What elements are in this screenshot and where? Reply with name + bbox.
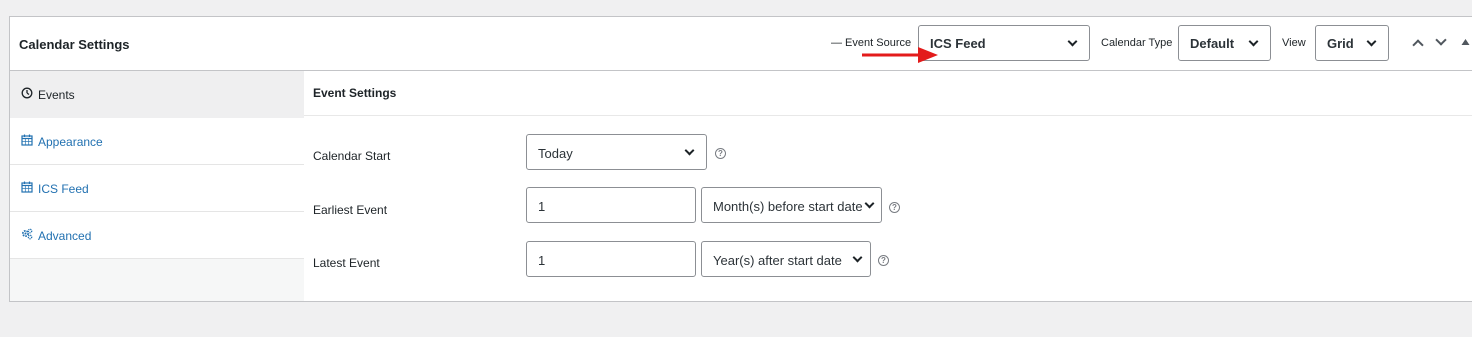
calendar-icon [21,134,33,146]
help-icon[interactable]: ? [889,202,900,213]
chevron-down-icon [852,252,863,263]
earliest-event-unit: Month(s) before start date [713,199,863,214]
earliest-event-label: Earliest Event [313,203,388,217]
gears-icon [22,228,33,240]
panel-title: Calendar Settings [19,37,130,52]
calendar-type-label: Calendar Type [1101,37,1173,49]
latest-event-unit: Year(s) after start date [713,253,842,268]
chevron-down-icon [1366,36,1377,47]
chevron-down-icon [1248,36,1259,47]
tab-label: ICS Feed [38,182,89,196]
calendar-start-value: Today [538,146,573,161]
tab-label: Advanced [38,229,92,243]
latest-event-number-input[interactable]: 1 [526,241,696,277]
tab-ics-feed[interactable]: ICS Feed [10,165,304,212]
section-title: Event Settings [313,86,397,100]
earliest-event-unit-select[interactable]: Month(s) before start date [701,187,882,223]
latest-event-label: Latest Event [313,256,380,270]
annotation-arrow-icon [862,47,938,63]
calendar-type-select[interactable]: Default [1178,25,1271,61]
calendar-settings-panel: Calendar Settings — Event Source ICS Fee… [9,16,1472,302]
calendar-type-value: Default [1190,36,1235,51]
latest-event-unit-select[interactable]: Year(s) after start date [701,241,871,277]
divider [304,115,1472,116]
toggle-panel-icon[interactable] [1461,38,1470,46]
move-up-icon[interactable] [1412,39,1424,51]
move-down-icon[interactable] [1435,34,1447,46]
help-icon[interactable]: ? [878,255,889,266]
view-value: Grid [1327,36,1354,51]
tab-advanced[interactable]: Advanced [10,212,304,259]
help-icon[interactable]: ? [715,148,726,159]
calendar-start-label: Calendar Start [313,149,391,163]
view-select[interactable]: Grid [1315,25,1389,61]
chevron-down-icon [1067,36,1078,47]
earliest-event-number-input[interactable]: 1 [526,187,696,223]
calendar-start-select[interactable]: Today [526,134,707,170]
view-label: View [1282,37,1306,49]
settings-sidebar: Events Appearance ICS Feed Advanced [10,71,304,301]
clock-icon [21,87,33,99]
calendar-icon [21,181,33,193]
tab-events[interactable]: Events [10,71,304,118]
event-settings-content: Event Settings Calendar Start Today ? Ea… [304,71,1472,301]
event-source-select[interactable]: ICS Feed [918,25,1090,61]
latest-event-number: 1 [538,253,546,268]
earliest-event-number: 1 [538,199,546,214]
tab-label: Events [38,88,75,102]
chevron-down-icon [864,198,875,209]
tab-label: Appearance [38,135,103,149]
panel-header: Calendar Settings — Event Source ICS Fee… [10,17,1472,71]
chevron-down-icon [684,145,695,156]
tab-appearance[interactable]: Appearance [10,118,304,165]
